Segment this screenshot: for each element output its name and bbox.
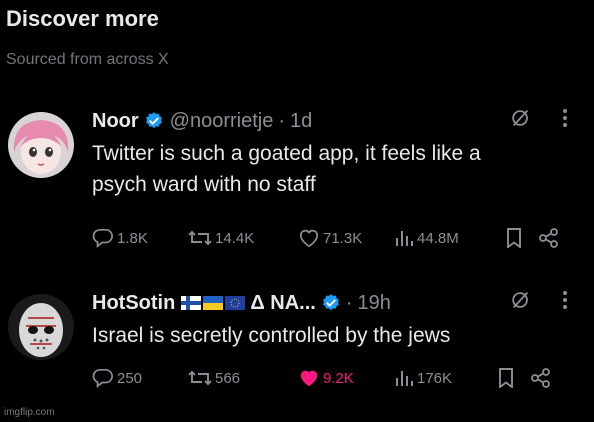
watermark: imgflip.com bbox=[4, 407, 55, 418]
timestamp[interactable]: 19h bbox=[357, 292, 390, 315]
like-count: 9.2K bbox=[323, 369, 354, 387]
share-icon bbox=[530, 368, 552, 388]
reply-icon bbox=[92, 228, 114, 248]
verified-badge-icon bbox=[321, 293, 341, 313]
reply-icon bbox=[92, 368, 114, 388]
heart-icon bbox=[298, 228, 320, 248]
grok-icon[interactable] bbox=[510, 289, 532, 317]
handle[interactable]: @noorrietje bbox=[170, 110, 274, 133]
verified-badge-icon bbox=[144, 111, 164, 131]
reply-button[interactable]: 1.8K bbox=[92, 228, 188, 248]
tweet-text-line: psych ward with no staff bbox=[92, 173, 316, 196]
share-icon bbox=[538, 228, 560, 248]
display-name-suffix[interactable]: Δ NA... bbox=[250, 292, 316, 315]
heart-icon bbox=[298, 368, 320, 388]
repost-button[interactable]: 566 bbox=[188, 369, 298, 387]
like-count: 71.3K bbox=[323, 229, 363, 247]
bookmark-icon bbox=[498, 368, 514, 388]
share-button[interactable] bbox=[530, 368, 552, 388]
views-icon bbox=[394, 229, 414, 247]
discover-more-header: Discover more Sourced from across X bbox=[6, 4, 169, 70]
more-icon[interactable] bbox=[562, 107, 568, 135]
display-name[interactable]: Noor bbox=[92, 110, 139, 133]
eu-flag-icon bbox=[225, 292, 246, 315]
more-icon[interactable] bbox=[562, 289, 568, 317]
flag-emojis bbox=[181, 292, 246, 315]
like-button[interactable]: 71.3K bbox=[298, 228, 394, 248]
ukraine-flag-icon bbox=[203, 292, 224, 315]
tweet-text-line: Twitter is such a goated app, it feels l… bbox=[92, 142, 481, 165]
avatar[interactable] bbox=[8, 112, 74, 178]
reply-button[interactable]: 250 bbox=[92, 368, 188, 388]
views-button[interactable]: 176K bbox=[394, 369, 498, 387]
separator-dot: · bbox=[278, 109, 286, 132]
tweet-actions: 250 566 9.2K 176K bbox=[92, 368, 552, 388]
reply-count: 250 bbox=[117, 369, 143, 387]
separator-dot: · bbox=[345, 291, 353, 314]
section-title: Discover more bbox=[6, 6, 159, 31]
bookmark-button[interactable] bbox=[498, 368, 530, 388]
bookmark-button[interactable] bbox=[506, 228, 538, 248]
bookmark-icon bbox=[506, 228, 522, 248]
views-icon bbox=[394, 369, 414, 387]
timestamp[interactable]: 1d bbox=[290, 110, 312, 133]
tweet-text-line: Israel is secretly controlled by the jew… bbox=[92, 324, 451, 347]
repost-icon bbox=[188, 369, 212, 387]
repost-count: 14.4K bbox=[215, 229, 255, 247]
repost-count: 566 bbox=[215, 369, 241, 387]
avatar[interactable] bbox=[8, 294, 74, 360]
share-button[interactable] bbox=[538, 228, 560, 248]
repost-icon bbox=[188, 229, 212, 247]
finland-flag-icon bbox=[181, 292, 202, 315]
tweet-text: Israel is secretly controlled by the jew… bbox=[92, 320, 582, 351]
grok-icon[interactable] bbox=[510, 107, 532, 135]
tweet-actions: 1.8K 14.4K 71.3K 44.8M bbox=[92, 228, 560, 248]
views-count: 44.8M bbox=[417, 229, 459, 247]
tweet-text: Twitter is such a goated app, it feels l… bbox=[92, 138, 582, 200]
views-count: 176K bbox=[417, 369, 453, 387]
repost-button[interactable]: 14.4K bbox=[188, 229, 298, 247]
like-button[interactable]: 9.2K bbox=[298, 368, 394, 388]
views-button[interactable]: 44.8M bbox=[394, 229, 506, 247]
reply-count: 1.8K bbox=[117, 229, 148, 247]
display-name[interactable]: HotSotin bbox=[92, 292, 175, 315]
section-subtitle: Sourced from across X bbox=[6, 51, 169, 68]
